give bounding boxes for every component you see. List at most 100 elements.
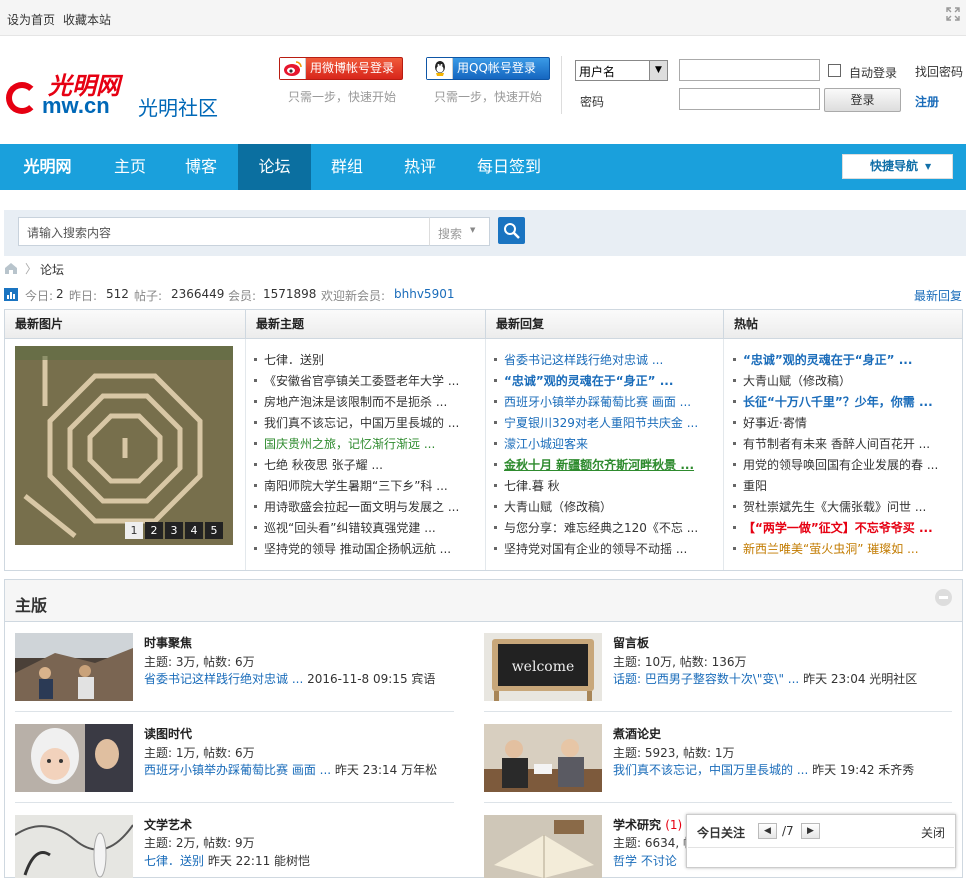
forum-name[interactable]: 煮酒论史 (613, 725, 661, 742)
slide-page-3[interactable]: 3 (165, 522, 183, 539)
list-item[interactable]: 七律.暮 秋 (494, 477, 704, 494)
nav-item-home[interactable]: 主页 (95, 144, 165, 190)
search-input[interactable]: 请输入搜索内容 (18, 217, 430, 246)
list-item[interactable]: 金秋十月 新疆额尔齐斯河畔秋景 ... (494, 456, 704, 473)
list-item[interactable]: 坚持党对国有企业的领导不动摇 ... (494, 540, 704, 557)
weibo-login-button[interactable]: 用微博帐号登录 (279, 57, 403, 80)
list-item[interactable]: 《安徽省官亭镇关工委暨老年大学 ... (254, 372, 464, 389)
list-item[interactable]: 【“两学一做”征文】不忘爷爷买 ... (733, 519, 953, 536)
list-item[interactable]: 好事近·寄情 (733, 414, 953, 431)
tab-latest-topics[interactable]: 最新主题 (245, 310, 485, 339)
nav-item-blog[interactable]: 博客 (166, 144, 236, 190)
nav-item-comments[interactable]: 热评 (385, 144, 455, 190)
set-home-link[interactable]: 设为首页 (7, 11, 55, 28)
forum-icon-literature[interactable] (15, 815, 133, 878)
register-link[interactable]: 注册 (915, 93, 939, 110)
list-item[interactable]: 巡视“回头看”纠错较真强党建 ... (254, 519, 464, 536)
list-item[interactable]: 七绝 秋夜思 张子耀 ... (254, 456, 464, 473)
forum-separator (15, 802, 454, 803)
home-icon[interactable] (4, 262, 18, 274)
forum-separator (15, 711, 454, 712)
last-post-link[interactable]: 哲学 不讨论 (613, 854, 677, 868)
account-type-select[interactable]: 用户名 ▼ (575, 60, 668, 81)
forum-name-text: 学术研究 (613, 818, 662, 832)
slide-page-5[interactable]: 5 (205, 522, 223, 539)
latest-image-slide[interactable]: 1 2 3 4 5 (15, 346, 233, 545)
slide-page-1[interactable]: 1 (125, 522, 143, 539)
forum-icon-photo-era[interactable] (15, 724, 133, 792)
list-item[interactable]: 七律．送别 (254, 351, 464, 368)
list-item[interactable]: 贺杜崇斌先生《大儒张载》问世 ... (733, 498, 953, 515)
list-item[interactable]: 房地产泡沫是该限制而不是扼杀 ... (254, 393, 464, 410)
nav-item-checkin[interactable]: 每日签到 (464, 144, 554, 190)
list-item[interactable]: 大青山赋（修改稿） (733, 372, 953, 389)
last-post-link[interactable]: 省委书记这样践行绝对忠诚 ... (144, 672, 303, 686)
find-password-link[interactable]: 找回密码 (915, 63, 963, 80)
list-item[interactable]: 与您分享：难忘经典之120《不忘 ... (494, 519, 704, 536)
list-item[interactable]: 大青山赋（修改稿） (494, 498, 704, 515)
list-item[interactable]: 南阳师院大学生暑期“三下乡”科 ... (254, 477, 464, 494)
login-button[interactable]: 登录 (824, 88, 901, 112)
new-member-link[interactable]: bhhv5901 (394, 287, 454, 301)
collapse-icon[interactable] (935, 589, 952, 606)
logo-sub-text: 光明社区 (138, 96, 218, 120)
last-post-link[interactable]: 话题: 巴西男子整容数十次\"变\" ... (613, 672, 799, 686)
forum-name[interactable]: 文学艺术 (144, 816, 192, 833)
auto-login-checkbox[interactable] (828, 64, 841, 77)
password-input[interactable] (679, 88, 820, 110)
search-button[interactable] (498, 217, 525, 244)
divider (561, 56, 562, 114)
last-post-link[interactable]: 我们真不该忘记，中国万里長城的 ... (613, 763, 808, 777)
search-type-select[interactable]: 搜索 ▼ (429, 217, 490, 246)
slide-page-2[interactable]: 2 (145, 522, 163, 539)
tab-hot-posts[interactable]: 热帖 (723, 310, 962, 339)
forum-name[interactable]: 留言板 (613, 634, 649, 651)
fullscreen-icon[interactable] (946, 7, 960, 21)
forum-icon-current-affairs[interactable] (15, 633, 133, 701)
attention-close[interactable]: 关闭 (921, 824, 945, 841)
latest-reply-link[interactable]: 最新回复 (914, 287, 962, 304)
list-item[interactable]: 长征“十万八千里”？少年，你需 ... (733, 393, 953, 410)
last-post-link[interactable]: 七律．送别 (144, 854, 204, 868)
logo-g-icon (6, 82, 38, 114)
forum-icon-academic[interactable] (484, 815, 602, 878)
qq-login-button[interactable]: 用QQ帐号登录 (426, 57, 550, 80)
forum-icon-history[interactable] (484, 724, 602, 792)
next-page-button[interactable]: ▶ (801, 823, 820, 839)
list-item[interactable]: 濛江小城迎客来 (494, 435, 704, 452)
nav-item-groups[interactable]: 群组 (312, 144, 382, 190)
list-item[interactable]: 我们真不该忘记，中国万里長城的 ... (254, 414, 464, 431)
forum-name[interactable]: 读图时代 (144, 725, 192, 742)
logo-main-text: mw.cn (42, 93, 110, 118)
list-item[interactable]: 新西兰唯美“萤火虫洞” 璀璨如 ... (733, 540, 953, 557)
last-post-info: 昨天 23:14 万年松 (331, 763, 438, 777)
list-item[interactable]: 西班牙小镇举办踩葡萄比赛 画面 ... (494, 393, 704, 410)
list-item[interactable]: 用诗歌盛会拉起一面文明与发展之 ... (254, 498, 464, 515)
forum-name[interactable]: 学术研究 (1) (613, 816, 682, 833)
column-divider (485, 339, 486, 570)
list-item[interactable]: “忠诚”观的灵魂在于“身正” ... (494, 372, 704, 389)
top-bar: 设为首页 收藏本站 (0, 0, 966, 36)
forum-meta: 主题: 10万, 帖数: 136万 (613, 655, 747, 669)
list-item[interactable]: 坚持党的领导 推动国企扬帆远航 ... (254, 540, 464, 557)
prev-page-button[interactable]: ◀ (758, 823, 777, 839)
nav-brand[interactable]: 光明网 (0, 144, 95, 190)
forum-name[interactable]: 时事聚焦 (144, 634, 192, 651)
username-input[interactable] (679, 59, 820, 81)
bookmark-link[interactable]: 收藏本站 (63, 11, 111, 28)
list-item[interactable]: 省委书记这样践行绝对忠诚 ... (494, 351, 704, 368)
forum-icon-message-board[interactable]: welcome (484, 633, 602, 701)
nav-item-forum[interactable]: 论坛 (238, 144, 311, 190)
list-item[interactable]: “忠诚”观的灵魂在于“身正” ... (733, 351, 953, 368)
list-item[interactable]: 重阳 (733, 477, 953, 494)
tab-latest-images[interactable]: 最新图片 (5, 310, 245, 339)
last-post-link[interactable]: 西班牙小镇举办踩葡萄比赛 画面 ... (144, 763, 331, 777)
slide-page-4[interactable]: 4 (185, 522, 203, 539)
list-item[interactable]: 国庆贵州之旅，记忆渐行渐远 ... (254, 435, 464, 452)
quick-nav-button[interactable]: 快捷导航 ▼ (842, 154, 953, 179)
tab-latest-replies[interactable]: 最新回复 (485, 310, 723, 339)
list-item[interactable]: 用党的领导唤回国有企业发展的春 ... (733, 456, 953, 473)
list-item[interactable]: 宁夏银川329对老人重阳节共庆金 ... (494, 414, 704, 431)
forum-last-post: 七律．送别 昨天 22:11 能树恺 (144, 852, 310, 869)
list-item[interactable]: 有节制者有未来 香醉人间百花开 ... (733, 435, 953, 452)
